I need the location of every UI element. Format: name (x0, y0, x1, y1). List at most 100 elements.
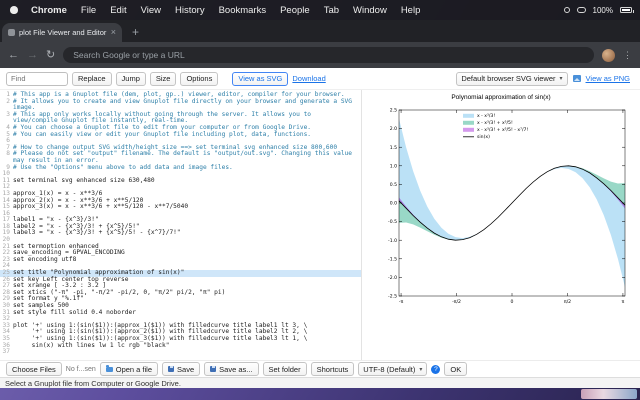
tab-strip: plot File Viewer and Editor × + (0, 20, 640, 42)
browser-window: plot File Viewer and Editor × + ← → ↻ Se… (0, 20, 640, 388)
line-number: 2 (6, 97, 10, 105)
reload-button[interactable]: ↻ (46, 49, 55, 61)
menu-item-chrome[interactable]: Chrome (24, 5, 74, 16)
omnibox[interactable]: Search Google or type a URL (63, 47, 594, 63)
size-button[interactable]: Size (149, 71, 177, 86)
code-row: 2 # It allows you to create and view Gnup… (0, 97, 361, 112)
battery-percent: 100% (592, 5, 613, 15)
code-line: approx_3(x) = x - x**3/6 + x**5/120 - x*… (13, 203, 189, 211)
code-row: 15 approx_3(x) = x - x**3/6 + x**5/120 - … (0, 203, 361, 211)
replace-button[interactable]: Replace (72, 71, 112, 86)
choose-files-button[interactable]: Choose Files (6, 362, 62, 376)
new-tab-button[interactable]: + (132, 26, 139, 38)
shortcuts-button[interactable]: Shortcuts (310, 362, 355, 376)
line-number: 37 (2, 348, 10, 356)
browser-menu-icon[interactable]: ⋮ (623, 50, 632, 61)
svg-text:1.5: 1.5 (390, 145, 397, 151)
code-line: # You can easily view or edit your Gnupl… (13, 130, 312, 138)
code-line: sin(x) with lines lw 1 lc rgb "black" (13, 341, 170, 349)
svg-text:-1.5: -1.5 (388, 256, 397, 262)
main-split: 1 # This app is a Gnuplot file (dem, plot… (0, 90, 640, 360)
code-row: 37 (0, 349, 361, 356)
viewer-controls: Default browser SVG viewer ▾ View as PNG (456, 71, 634, 86)
floppy-icon (210, 366, 217, 372)
menu-item-help[interactable]: Help (394, 5, 428, 16)
plot-panel: Polynomial approximation of sin(x) -2.5-… (362, 90, 640, 360)
code-row: 8 # Please do not set "output" filename. … (0, 150, 361, 164)
code-row: 3 # This app only works locally without g… (0, 110, 361, 125)
set-folder-button[interactable]: Set folder (262, 362, 307, 376)
line-number: 3 (6, 110, 10, 118)
line-number: 8 (6, 150, 10, 158)
svg-text:-1.0: -1.0 (388, 238, 397, 244)
code-line: set style fill solid 0.4 noborder (13, 308, 136, 316)
view-as-png-link[interactable]: View as PNG (586, 74, 630, 83)
control-center-icon[interactable] (576, 7, 586, 13)
ok-button[interactable]: OK (444, 362, 468, 376)
svg-text:-π: -π (399, 300, 404, 305)
menu-item-tab[interactable]: Tab (317, 5, 346, 16)
status-text: Select a Gnuplot file from Computer or G… (5, 378, 181, 388)
file-chosen-label: No f...sen (65, 365, 96, 373)
code-row: 11 set terminal svg enhanced size 630,480 (0, 177, 361, 185)
tab-favicon-icon (8, 29, 15, 36)
menu-item-bookmarks[interactable]: Bookmarks (212, 5, 274, 16)
floppy-icon (168, 366, 175, 372)
forward-button[interactable]: → (27, 49, 38, 61)
chevron-down-icon: ▾ (419, 366, 423, 373)
code-row: 23 set encoding utf8 (0, 255, 361, 264)
svg-text:x - x³/3!: x - x³/3! (477, 113, 495, 119)
apple-logo-icon[interactable] (10, 6, 18, 14)
open-file-button[interactable]: Open a file (99, 362, 159, 376)
menu-item-window[interactable]: Window (346, 5, 394, 16)
svg-text:2.0: 2.0 (390, 126, 397, 132)
menu-item-edit[interactable]: Edit (103, 5, 133, 16)
code-row: 31 set style fill solid 0.4 noborder (0, 308, 361, 317)
jump-button[interactable]: Jump (115, 71, 146, 86)
find-input[interactable] (6, 71, 68, 86)
download-link[interactable]: Download (292, 74, 325, 83)
help-icon[interactable]: ? (431, 364, 441, 374)
save-button[interactable]: Save (162, 362, 201, 376)
back-button[interactable]: ← (8, 49, 19, 61)
battery-icon[interactable] (620, 7, 634, 13)
chevron-down-icon: ▾ (559, 76, 563, 82)
encoding-select[interactable]: UTF-8 (Default) ▾ (358, 362, 428, 376)
code-row: 9 # Use the "Options" menu above to add d… (0, 164, 361, 172)
status-bar: Select a Gnuplot file from Computer or G… (0, 377, 640, 388)
file-bar: Choose Files No f...sen Open a file Save… (0, 360, 640, 377)
code-line: label3 = "x - {x^3}/3! + {x^5}/5! - {x^7… (13, 229, 181, 237)
options-button[interactable]: Options (180, 71, 219, 86)
svg-text:x - x³/3! + x⁵/5! - x⁷/7!: x - x³/3! + x⁵/5! - x⁷/7! (477, 127, 528, 133)
svg-text:0.5: 0.5 (390, 182, 397, 188)
menu-item-history[interactable]: History (168, 5, 212, 16)
code-line: set encoding utf8 (13, 255, 77, 263)
view-as-svg-button[interactable]: View as SVG (232, 71, 289, 86)
save-as-button[interactable]: Save as... (204, 362, 259, 376)
menubar-items: Chrome File Edit View History Bookmarks People… (24, 5, 427, 16)
menu-item-people[interactable]: People (273, 5, 317, 16)
menubar-status-area: 100% (563, 5, 634, 15)
svg-text:-2.0: -2.0 (388, 275, 397, 281)
svg-text:-2.5: -2.5 (388, 294, 397, 300)
browser-tab[interactable]: plot File Viewer and Editor × (2, 23, 122, 42)
menu-item-file[interactable]: File (74, 5, 103, 16)
svg-text:-π/2: -π/2 (452, 299, 461, 305)
svg-text:0.0: 0.0 (390, 201, 397, 207)
profile-avatar[interactable] (602, 48, 615, 62)
svg-viewer-select[interactable]: Default browser SVG viewer ▾ (456, 71, 568, 86)
plot-title: Polynomial approximation of sin(x) (451, 94, 551, 101)
tab-close-icon[interactable]: × (111, 28, 116, 37)
svg-text:0: 0 (511, 299, 514, 305)
siri-icon[interactable] (563, 7, 570, 13)
desktop-wallpaper-detail (581, 389, 637, 399)
macos-menubar: Chrome File Edit View History Bookmarks People… (0, 0, 640, 20)
omnibox-placeholder: Search Google or type a URL (73, 50, 185, 60)
code-row: 19 label3 = "x - {x^3}/3! + {x^5}/5! - {x… (0, 230, 361, 237)
svg-text:2.5: 2.5 (390, 108, 397, 114)
code-editor[interactable]: 1 # This app is a Gnuplot file (dem, plot… (0, 90, 362, 360)
menu-item-view[interactable]: View (134, 5, 168, 16)
code-row: 36 sin(x) with lines lw 1 lc rgb "black" (0, 341, 361, 350)
tab-title: plot File Viewer and Editor (19, 28, 107, 37)
